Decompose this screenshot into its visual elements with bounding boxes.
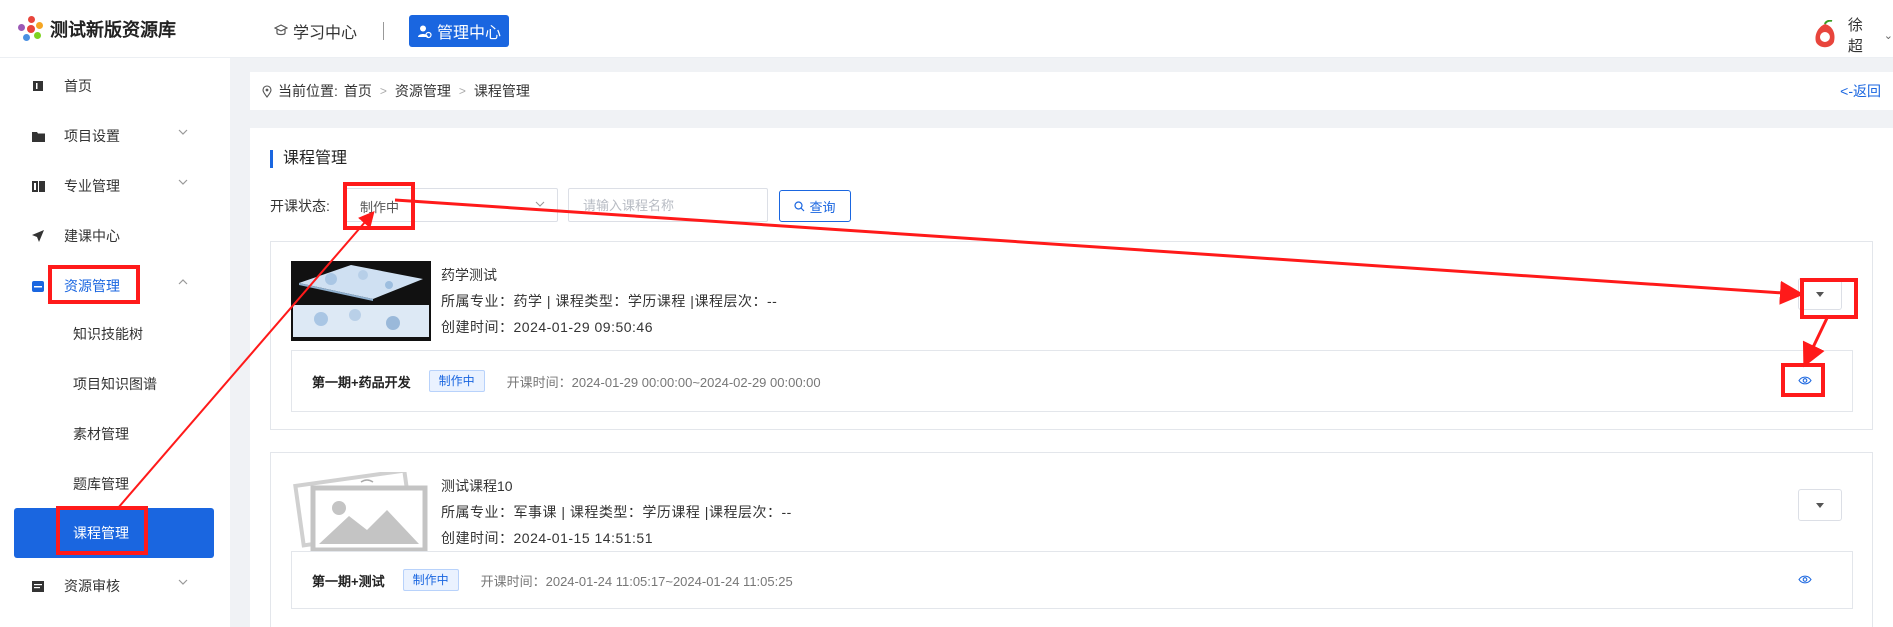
breadcrumb-prefix: 当前位置: [278, 83, 338, 99]
chevron-up-icon [178, 279, 188, 285]
course-dropdown-button[interactable] [1798, 489, 1842, 521]
course-card: 药学测试 所属专业：药学 | 课程类型：学历课程 |课程层次：-- 创建时间：2… [270, 241, 1873, 430]
home-icon [14, 80, 46, 92]
chevron-down-icon [178, 579, 188, 585]
caret-down-icon [1816, 291, 1824, 297]
course-dropdown-button[interactable] [1798, 278, 1842, 310]
chevron-down-icon: ⌄ [1883, 29, 1893, 42]
nav-study-center[interactable]: 学习中心 [266, 15, 365, 47]
study-icon [274, 24, 288, 36]
query-button-label: 查询 [809, 199, 836, 215]
admin-icon [418, 25, 432, 38]
breadcrumb-current: 课程管理 [473, 83, 530, 99]
sidebar-subitem-materials[interactable]: 素材管理 [14, 413, 214, 455]
user-name: 徐超 [1847, 17, 1863, 55]
status-select[interactable]: 制作中 [345, 188, 558, 222]
database-icon [14, 280, 46, 292]
sidebar-item-home[interactable]: 首页 [14, 65, 214, 107]
caret-down-icon [1816, 502, 1824, 508]
course-period-row: 第一期+测试 制作中 开课时间：2024-01-24 11:05:17~2024… [291, 551, 1853, 609]
period-name: 第一期+药品开发 [312, 374, 411, 390]
sidebar-item-resource-management[interactable]: 资源管理 [14, 265, 214, 307]
period-name: 第一期+测试 [312, 573, 385, 589]
sidebar-item-label: 首页 [64, 78, 92, 94]
sidebar-item-resource-review[interactable]: 资源审核 [14, 565, 214, 607]
nav-study-label: 学习中心 [293, 25, 358, 42]
chevron-right-icon: > [379, 84, 387, 98]
breadcrumb: 当前位置: 首页 > 资源管理 > 课程管理 <-返回 [250, 72, 1893, 110]
user-menu[interactable]: 徐超 ⌄ [1812, 14, 1893, 56]
chevron-down-icon [178, 129, 188, 135]
sidebar-item-major[interactable]: 专业管理 [14, 165, 214, 207]
sidebar-item-label: 项目设置 [64, 128, 120, 144]
status-filter-label: 开课状态: [270, 198, 330, 214]
sidebar-item-label: 建课中心 [64, 228, 120, 244]
status-badge: 制作中 [402, 569, 459, 591]
chevron-down-icon [535, 201, 545, 207]
course-search-input[interactable] [568, 188, 768, 222]
app-logo[interactable]: 测试新版资源库 [18, 16, 176, 42]
review-icon [14, 580, 46, 592]
chevron-right-icon: > [458, 84, 466, 98]
sidebar-item-project-settings[interactable]: 项目设置 [14, 115, 214, 157]
nav-admin-center[interactable]: 管理中心 [409, 15, 510, 47]
send-icon [14, 230, 46, 242]
course-thumbnail-placeholder[interactable] [291, 472, 431, 552]
logo-icon [18, 16, 44, 42]
top-header: 测试新版资源库 学习中心 管理中心 徐超 ⌄ [0, 0, 1893, 58]
location-pin-icon [262, 84, 272, 98]
sidebar-item-label: 专业管理 [64, 178, 120, 194]
chevron-down-icon [178, 179, 188, 185]
query-button[interactable]: 查询 [779, 190, 851, 222]
breadcrumb-home[interactable]: 首页 [344, 81, 372, 101]
nav-divider [383, 22, 384, 40]
sidebar-subitem-knowledge-graph[interactable]: 项目知识图谱 [14, 363, 214, 405]
eye-icon[interactable] [1798, 375, 1812, 386]
course-name[interactable]: 测试课程10 [441, 476, 513, 496]
sidebar-item-label: 资源审核 [64, 578, 120, 594]
course-period-row: 第一期+药品开发 制作中 开课时间：2024-01-29 00:00:00~20… [291, 350, 1853, 412]
avatar [1815, 20, 1835, 48]
course-meta: 所属专业：药学 | 课程类型：学历课程 |课程层次：-- [441, 293, 778, 309]
search-icon [794, 200, 805, 211]
sidebar-item-course-build[interactable]: 建课中心 [14, 215, 214, 257]
page-title: 课程管理 [270, 150, 347, 168]
course-card: 测试课程10 所属专业：军事课 | 课程类型：学历课程 |课程层次：-- 创建时… [270, 452, 1873, 627]
status-select-value: 制作中 [360, 200, 400, 215]
status-badge: 制作中 [428, 370, 485, 392]
course-meta: 所属专业：军事课 | 课程类型：学历课程 |课程层次：-- [441, 504, 792, 520]
sidebar-subitem-knowledge-tree[interactable]: 知识技能树 [14, 313, 214, 355]
sidebar-item-label: 资源管理 [64, 278, 120, 294]
eye-icon[interactable] [1798, 574, 1812, 585]
book-icon [14, 180, 46, 192]
app-title: 测试新版资源库 [50, 20, 176, 40]
nav-admin-label: 管理中心 [437, 25, 502, 42]
period-time: 开课时间：2024-01-29 00:00:00~2024-02-29 00:0… [506, 374, 821, 390]
course-created-time: 创建时间：2024-01-29 09:50:46 [441, 319, 653, 335]
course-thumbnail[interactable] [291, 261, 431, 341]
sidebar-subitem-course-management[interactable]: 课程管理 [14, 508, 214, 558]
folder-icon [14, 131, 46, 142]
course-created-time: 创建时间：2024-01-15 14:51:51 [441, 530, 653, 546]
period-time: 开课时间：2024-01-24 11:05:17~2024-01-24 11:0… [480, 573, 793, 589]
back-link[interactable]: <-返回 [1840, 81, 1881, 101]
course-name[interactable]: 药学测试 [441, 265, 497, 285]
breadcrumb-resource[interactable]: 资源管理 [395, 81, 451, 101]
sidebar-subitem-question-bank[interactable]: 题库管理 [14, 463, 214, 505]
